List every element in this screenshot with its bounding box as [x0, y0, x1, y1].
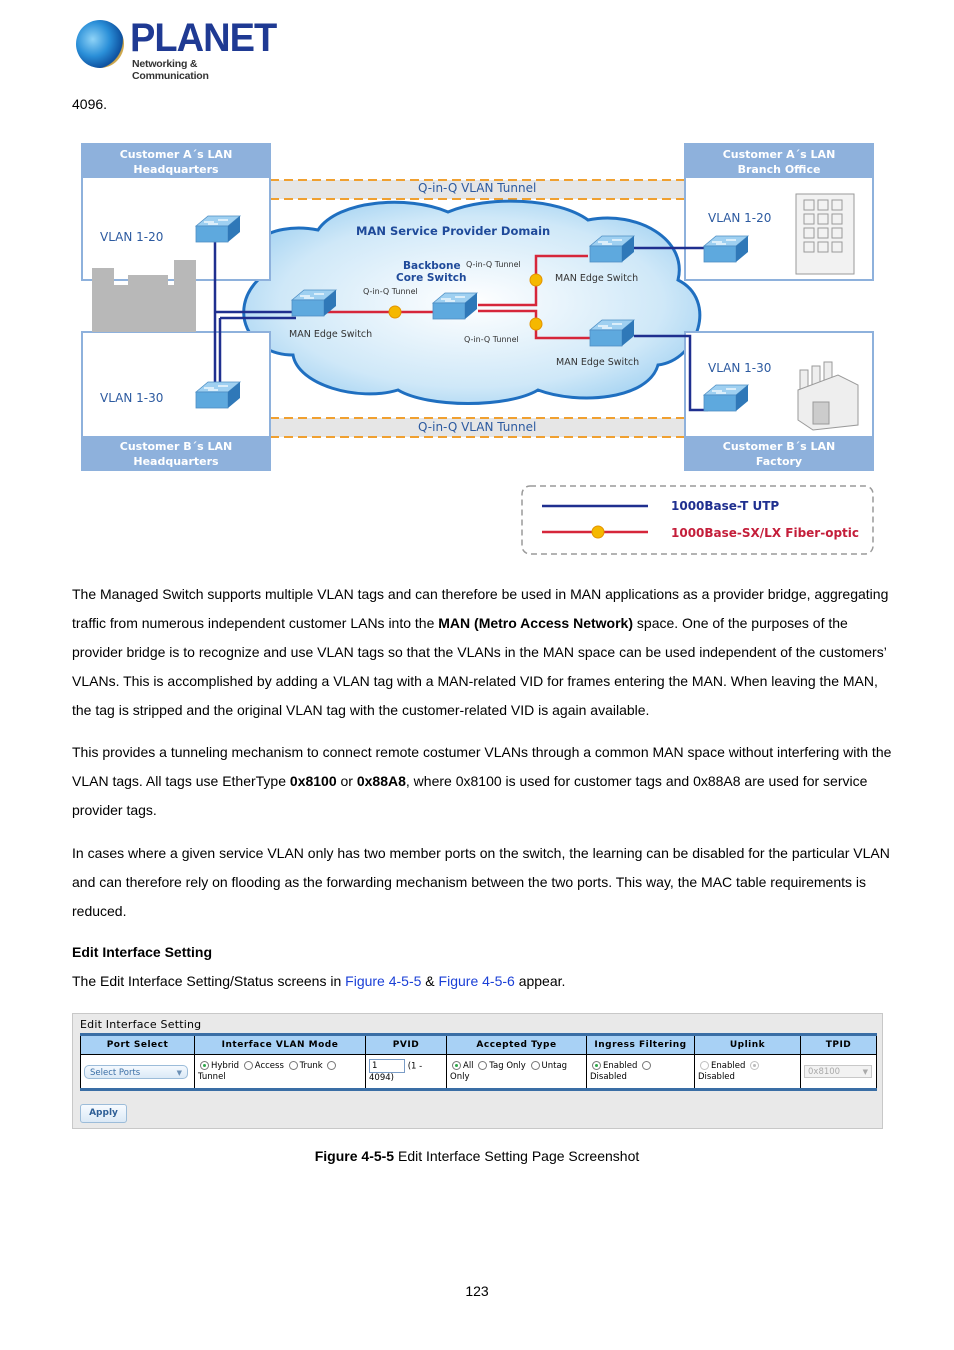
intro-text-c: appear. — [514, 973, 566, 989]
box-a-hq-title2: Headquarters — [133, 163, 219, 176]
label-ingress-disabled: Disabled — [590, 1071, 627, 1082]
intro-line: The Edit Interface Setting/Status screen… — [72, 973, 565, 989]
box-b-hq-title1: Customer B´s LAN — [120, 440, 232, 453]
port-select-value: Select Ports — [90, 1067, 141, 1078]
page-number: 123 — [465, 1283, 489, 1299]
table-row: Select Ports ▼ Hybrid Access Trunk Tunnel… — [80, 1054, 877, 1090]
legend-fiber-connector-icon — [591, 525, 605, 539]
label-tunnel: Tunnel — [198, 1071, 226, 1082]
cell-ingress-filtering: Enabled Disabled — [586, 1054, 695, 1090]
edge-switch-label-bottom: MAN Edge Switch — [556, 357, 639, 368]
edge-switch-label-top: MAN Edge Switch — [555, 273, 638, 284]
logo-tagline: Networking & Communication — [132, 58, 209, 82]
qinq-tunnel-label-top: Q-in-Q Tunnel — [466, 260, 521, 269]
panel-title: Edit Interface Setting — [80, 1018, 202, 1031]
cell-pvid: (1 - 4094) — [365, 1054, 447, 1090]
edit-interface-setting-panel: Edit Interface Setting Port Select Inter… — [72, 1013, 883, 1129]
p2-bold-8100: 0x8100 — [289, 773, 337, 789]
qinq-network-diagram: Customer A´s LAN Headquarters Customer A… — [78, 140, 878, 560]
figure-4-5-5-link[interactable]: Figure 4-5-5 — [345, 973, 421, 989]
label-uplink-enabled: Enabled — [711, 1060, 746, 1071]
p1-bold-man: MAN (Metro Access Network) — [438, 615, 634, 631]
legend-utp-label: 1000Base-T UTP — [671, 499, 779, 513]
tpid-select: 0x8100 ▼ — [804, 1065, 872, 1078]
office-building-icon — [795, 193, 855, 275]
p2-bold-88a8: 0x88A8 — [356, 773, 406, 789]
figure-caption: Figure 4-5-5 Edit Interface Setting Page… — [0, 1148, 954, 1164]
radio-untag-only[interactable] — [530, 1060, 540, 1070]
qinq-tunnel-label-bottom: Q-in-Q Tunnel — [464, 335, 519, 344]
section-heading: Edit Interface Setting — [72, 944, 213, 960]
label-all: All — [463, 1060, 474, 1071]
col-port-select: Port Select — [80, 1034, 195, 1055]
logo-brand: PLANET — [130, 16, 277, 60]
label-ingress-enabled: Enabled — [603, 1060, 638, 1071]
qinq-tunnel-label-left: Q-in-Q Tunnel — [363, 287, 418, 296]
paragraph-learning: In cases where a given service VLAN only… — [72, 845, 890, 919]
port-select-dropdown[interactable]: Select Ports ▼ — [84, 1064, 188, 1079]
col-accepted-type: Accepted Type — [446, 1034, 587, 1055]
vlan-b-hq: VLAN 1-30 — [100, 391, 163, 405]
legend-fiber-label: 1000Base-SX/LX Fiber-optic — [671, 526, 859, 540]
col-interface-vlan-mode: Interface VLAN Mode — [194, 1034, 366, 1055]
chevron-down-icon: ▼ — [862, 1068, 868, 1076]
globe-icon — [76, 20, 124, 68]
cell-tpid: 0x8100 ▼ — [800, 1054, 877, 1090]
radio-ingress-disabled[interactable] — [642, 1060, 652, 1070]
cloud-title: MAN Service Provider Domain — [356, 224, 550, 238]
tunnel-bottom-label: Q-in-Q VLAN Tunnel — [418, 420, 536, 434]
interface-setting-table: Port Select Interface VLAN Mode PVID Acc… — [80, 1033, 877, 1091]
label-trunk: Trunk — [299, 1060, 323, 1071]
radio-hybrid[interactable] — [200, 1060, 209, 1070]
vlan-a-hq: VLAN 1-20 — [100, 230, 163, 244]
cell-accepted-type: All Tag Only Untag Only — [446, 1054, 587, 1090]
box-b-factory-title2: Factory — [756, 455, 802, 468]
core-switch-label-1: Backbone — [403, 260, 461, 272]
col-ingress-filtering: Ingress Filtering — [586, 1034, 695, 1055]
label-access: Access — [254, 1060, 284, 1071]
pvid-input[interactable] — [369, 1059, 405, 1073]
box-b-factory-title1: Customer B´s LAN — [723, 440, 835, 453]
edge-switch-label-left: MAN Edge Switch — [289, 329, 372, 340]
chevron-down-icon: ▼ — [176, 1068, 182, 1077]
vlan-a-branch: VLAN 1-20 — [708, 211, 771, 225]
vlan-b-factory: VLAN 1-30 — [708, 361, 771, 375]
cell-port-select: Select Ports ▼ — [80, 1054, 195, 1090]
caption-figure-number: Figure 4-5-5 — [314, 1148, 395, 1164]
box-a-branch-title2: Branch Office — [738, 163, 821, 176]
radio-tag-only[interactable] — [478, 1060, 488, 1070]
cell-vlan-mode: Hybrid Access Trunk Tunnel — [194, 1054, 366, 1090]
intro-text-b: & — [421, 973, 439, 989]
diagram-legend: 1000Base-T UTP 1000Base-SX/LX Fiber-opti… — [521, 485, 874, 555]
figure-4-5-6-link[interactable]: Figure 4-5-6 — [439, 973, 515, 989]
tunnel-top-label: Q-in-Q VLAN Tunnel — [418, 181, 536, 195]
planet-logo: PLANET Networking & Communication — [74, 16, 277, 82]
cell-uplink: Enabled Disabled — [694, 1054, 801, 1090]
radio-ingress-enabled[interactable] — [592, 1060, 601, 1070]
radio-trunk[interactable] — [288, 1060, 298, 1070]
label-uplink-disabled: Disabled — [698, 1071, 735, 1082]
p2-text-b: or — [336, 773, 357, 789]
label-hybrid: Hybrid — [211, 1060, 240, 1071]
caption-text: Edit Interface Setting Page Screenshot — [394, 1148, 640, 1164]
radio-all[interactable] — [452, 1060, 461, 1070]
tpid-value: 0x8100 — [808, 1067, 841, 1077]
lead-fragment: 4096. — [72, 96, 108, 112]
radio-uplink-enabled — [700, 1060, 709, 1070]
radio-access[interactable] — [243, 1060, 253, 1070]
core-switch-label-2: Core Switch — [396, 272, 466, 284]
box-b-hq-title2: Headquarters — [133, 455, 219, 468]
paragraph-tunneling: This provides a tunneling mechanism to c… — [72, 738, 892, 825]
intro-text-a: The Edit Interface Setting/Status screen… — [72, 973, 346, 989]
col-pvid: PVID — [365, 1034, 447, 1055]
box-a-hq-title1: Customer A´s LAN — [120, 148, 233, 161]
radio-tunnel[interactable] — [327, 1060, 337, 1070]
label-tag-only: Tag Only — [489, 1060, 526, 1071]
col-uplink: Uplink — [694, 1034, 801, 1055]
paragraph-provider-bridge: The Managed Switch supports multiple VLA… — [72, 580, 892, 725]
apply-button[interactable]: Apply — [80, 1104, 127, 1123]
radio-uplink-disabled — [750, 1060, 760, 1070]
box-a-branch-title1: Customer A´s LAN — [723, 148, 836, 161]
col-tpid: TPID — [800, 1034, 877, 1055]
